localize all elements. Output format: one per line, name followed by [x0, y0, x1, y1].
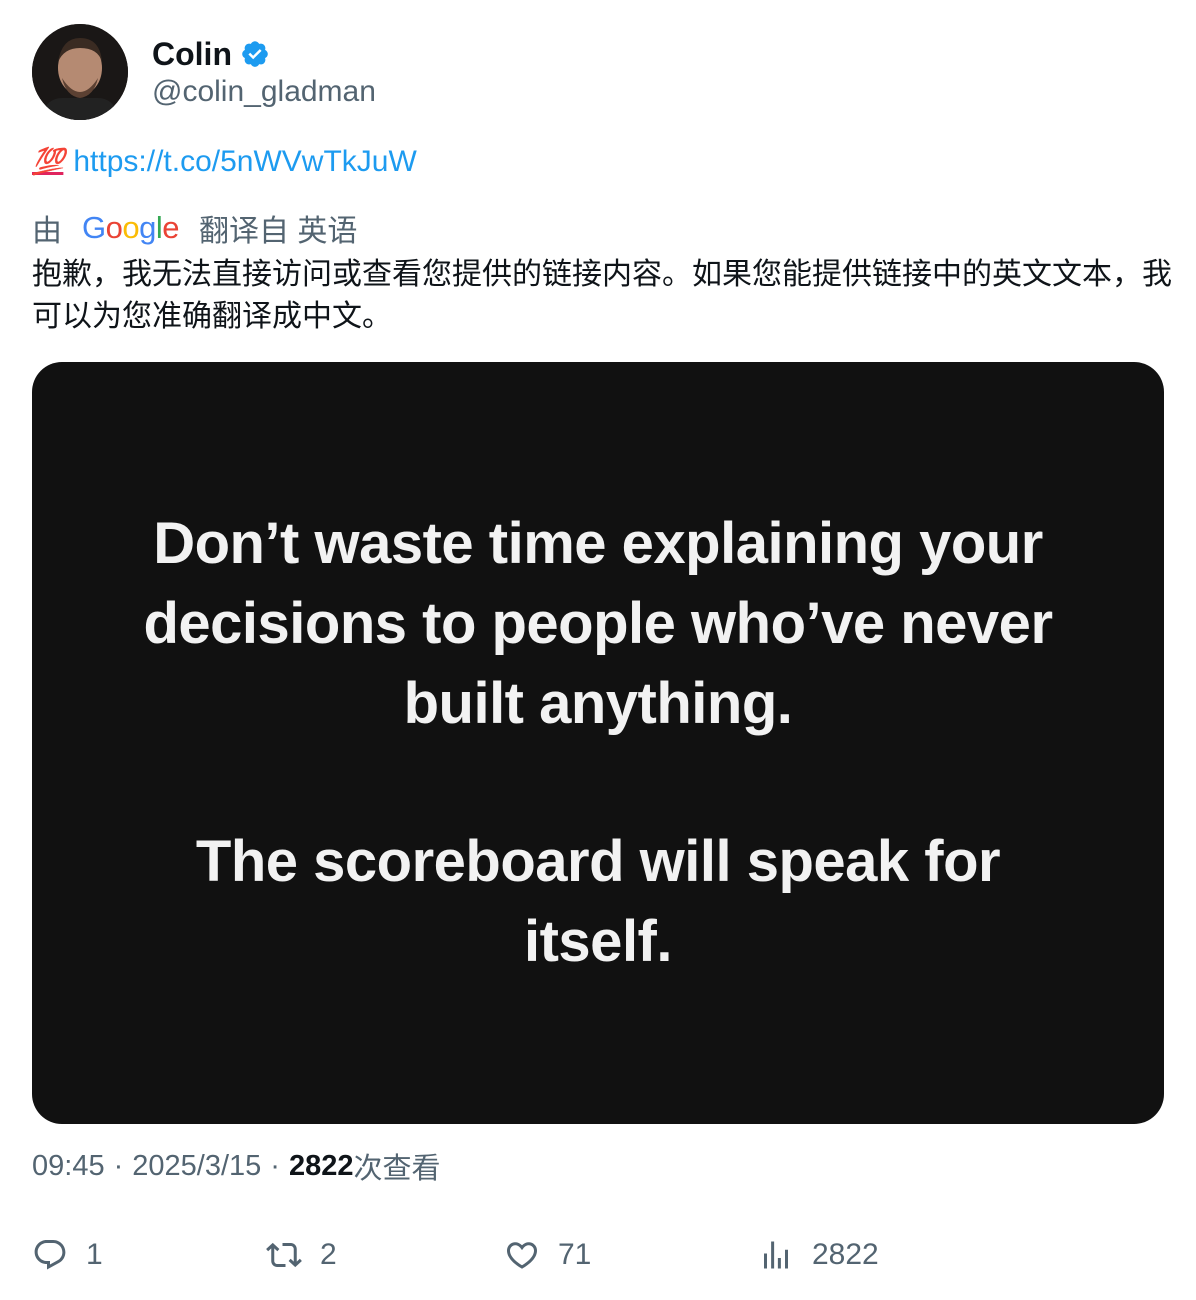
media-image[interactable]: Don’t waste time explaining your decisio…: [32, 362, 1164, 1124]
analytics-bars-icon: [764, 1241, 788, 1269]
tweet-meta: 09:45 · 2025/3/15 · 2822 次查看: [32, 1144, 440, 1188]
like-count: 71: [558, 1238, 592, 1271]
like-button[interactable]: 71: [504, 1230, 591, 1280]
translation-attribution: 由 Google 翻译自 英语: [32, 206, 357, 250]
author-names: Colin @colin_gladman: [152, 35, 376, 109]
retweet-count: 2: [320, 1238, 337, 1271]
tweet-date[interactable]: 2025/3/15: [132, 1150, 261, 1183]
views-label: 次查看: [353, 1153, 441, 1185]
views-button[interactable]: 2822: [758, 1230, 879, 1280]
tweet-link[interactable]: https://t.co/5nWVwTkJuW: [73, 145, 416, 179]
hundred-points-emoji: 💯: [32, 147, 64, 177]
views-action-count: 2822: [812, 1238, 879, 1271]
views-count: 2822: [288, 1149, 354, 1182]
meta-separator-2: ·: [270, 1149, 280, 1182]
heart-icon: [506, 1242, 538, 1269]
action-bar: 1 2 71 2822: [32, 1230, 1164, 1280]
tweet-header: Colin @colin_gladman: [32, 24, 376, 120]
translated-by-label: 由: [32, 215, 62, 248]
tweet-text: 💯 https://t.co/5nWVwTkJuW: [32, 140, 417, 184]
quote-text-1: Don’t waste time explaining your decisio…: [143, 511, 1053, 736]
translated-text: 抱歉，我无法直接访问或查看您提供的链接内容。如果您能提供链接中的英文文本，我可以…: [32, 258, 1172, 333]
verified-badge-icon[interactable]: [240, 39, 270, 69]
tweet-time[interactable]: 09:45: [32, 1150, 105, 1183]
avatar[interactable]: [32, 24, 128, 120]
avatar-photo: [32, 24, 128, 120]
name-row: Colin: [152, 35, 376, 73]
display-name[interactable]: Colin: [152, 36, 232, 73]
translated-from-label: 翻译自 英语: [199, 215, 358, 248]
author-handle[interactable]: @colin_gladman: [152, 75, 376, 109]
meta-separator: ·: [113, 1149, 124, 1182]
reply-button[interactable]: 1: [32, 1230, 103, 1280]
retweet-button[interactable]: 2: [266, 1230, 337, 1280]
tweet-detail: Colin @colin_gladman 💯 https://t.co/5nWV…: [0, 0, 1196, 1300]
google-logo[interactable]: Google: [82, 210, 180, 246]
reply-count: 1: [86, 1238, 103, 1271]
reply-icon: [34, 1240, 66, 1270]
quote-text-2: The scoreboard will speak for itself.: [195, 829, 1001, 974]
retweet-icon: [266, 1242, 302, 1268]
